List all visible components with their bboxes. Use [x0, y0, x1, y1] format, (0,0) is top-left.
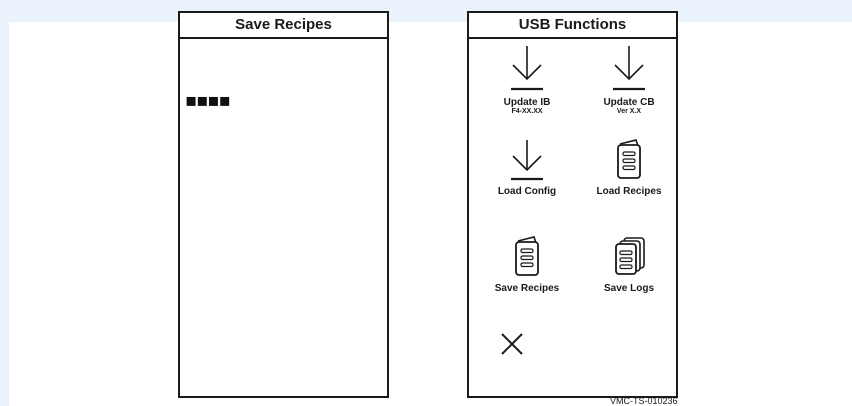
function-label: Load Config	[497, 186, 557, 197]
close-icon	[501, 333, 523, 355]
figure-sheet	[9, 22, 852, 406]
download-icon	[511, 46, 543, 91]
function-version: F4-XX.XX	[511, 108, 543, 115]
load-recipes-button[interactable]: Load Recipes	[579, 138, 679, 197]
close-button[interactable]	[499, 331, 525, 357]
function-label: Load Recipes	[596, 186, 662, 197]
download-icon	[511, 140, 543, 181]
download-icon	[613, 46, 645, 91]
function-label: Update IB	[503, 97, 551, 108]
document-icon	[515, 236, 539, 276]
function-label: Save Logs	[603, 283, 655, 294]
load-config-button[interactable]: Load Config	[477, 138, 577, 197]
update-ib-button[interactable]: Update IB F4-XX.XX	[477, 43, 577, 116]
screen-title: Save Recipes	[180, 13, 387, 39]
update-cb-button[interactable]: Update CB Ver X.X	[579, 43, 679, 116]
function-label: Save Recipes	[494, 283, 560, 294]
save-logs-button[interactable]: Save Logs	[579, 235, 679, 294]
document-code: VMC-TS-010236	[610, 396, 678, 406]
function-version: Ver X.X	[616, 108, 642, 115]
save-recipes-screen: Save Recipes ▪▪▪▪	[178, 11, 389, 398]
progress-indicator: ▪▪▪▪	[185, 90, 231, 111]
screen-title: USB Functions	[469, 13, 676, 39]
document-icon	[617, 139, 641, 179]
save-recipes-button[interactable]: Save Recipes	[477, 235, 577, 294]
usb-functions-screen: USB Functions Update IB F4-XX.XX Update …	[467, 11, 678, 398]
function-label: Update CB	[603, 97, 655, 108]
documents-stack-icon	[615, 237, 645, 275]
